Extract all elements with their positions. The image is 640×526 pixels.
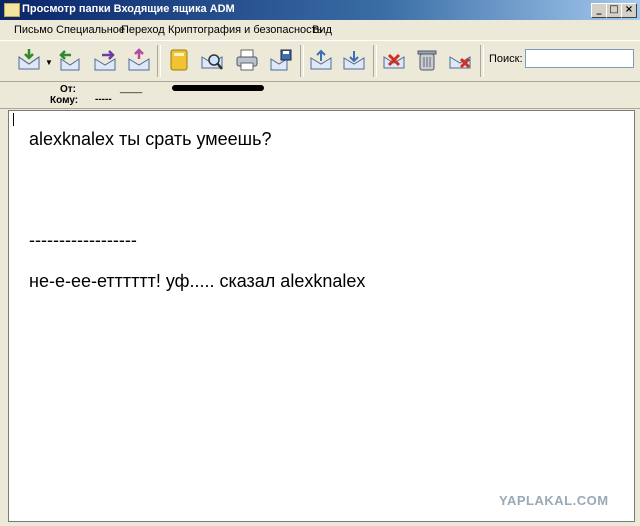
get-mail-icon <box>18 49 40 70</box>
message-body[interactable]: alexknalex ты срать умеешь? ------------… <box>8 110 635 522</box>
previous-message-button[interactable] <box>308 47 334 73</box>
delete-button[interactable] <box>381 47 407 73</box>
menu-navigation[interactable]: Переход <box>121 24 165 36</box>
junk-button[interactable] <box>447 47 473 73</box>
toolbar-separator <box>373 45 377 77</box>
maximize-button[interactable]: □ <box>606 3 622 18</box>
menu-view[interactable]: Вид <box>312 24 332 36</box>
prev-message-icon <box>310 49 332 70</box>
to-value: ----- <box>95 94 112 105</box>
save-button[interactable] <box>268 47 294 73</box>
trash-icon <box>417 50 437 71</box>
search-input[interactable] <box>525 49 634 68</box>
forward-icon <box>94 50 116 71</box>
to-label: Кому: <box>50 95 79 106</box>
message-header: От: ____ Кому: ----- <box>0 81 640 109</box>
from-value: ____ <box>120 83 143 94</box>
search-messages-button[interactable] <box>199 47 225 73</box>
from-label: От: <box>60 84 77 95</box>
redacted-address <box>172 85 264 91</box>
next-message-button[interactable] <box>341 47 367 73</box>
close-button[interactable]: × <box>621 3 637 18</box>
dropdown-arrow-icon[interactable]: ▼ <box>45 58 53 67</box>
text-cursor <box>13 113 14 126</box>
search-label: Поиск: <box>489 53 523 65</box>
title-bar: Просмотр папки Входящие ящика ADM _ □ × <box>0 0 640 20</box>
message-line-2: не-е-ее-етттттт! уф..... сказал alexknal… <box>29 271 366 291</box>
window-title: Просмотр папки Входящие ящика ADM <box>22 3 235 15</box>
save-icon <box>270 49 292 71</box>
forward-button[interactable] <box>92 47 118 73</box>
delete-icon <box>383 53 405 69</box>
get-mail-button[interactable] <box>16 47 42 73</box>
address-book-button[interactable] <box>166 47 192 73</box>
message-divider: ------------------ <box>29 230 137 250</box>
search-mail-icon <box>201 54 223 70</box>
junk-icon <box>449 56 471 69</box>
menu-special[interactable]: Специальное <box>56 24 125 36</box>
address-book-icon <box>170 49 188 71</box>
mail-window: Просмотр папки Входящие ящика ADM _ □ × … <box>0 0 640 526</box>
reply-icon <box>59 50 80 71</box>
toolbar-separator <box>300 45 304 77</box>
message-line-1: alexknalex ты срать умеешь? <box>29 129 272 149</box>
print-button[interactable] <box>234 47 260 73</box>
trash-button[interactable] <box>414 47 440 73</box>
toolbar-separator <box>480 45 484 77</box>
menu-bar: Письмо Специальное Переход Криптография … <box>0 21 640 39</box>
watermark: YAPLAKAL.COM <box>499 493 609 508</box>
next-message-icon <box>343 51 365 70</box>
folder-icon <box>4 3 20 17</box>
menu-crypto-security[interactable]: Криптография и безопасность <box>168 24 322 36</box>
minimize-button[interactable]: _ <box>591 3 607 18</box>
reply-button[interactable] <box>57 47 83 73</box>
send-button[interactable] <box>126 47 152 73</box>
menu-letter[interactable]: Письмо <box>14 24 53 36</box>
send-icon <box>128 48 150 71</box>
toolbar-separator <box>157 45 161 77</box>
print-icon <box>236 49 258 71</box>
